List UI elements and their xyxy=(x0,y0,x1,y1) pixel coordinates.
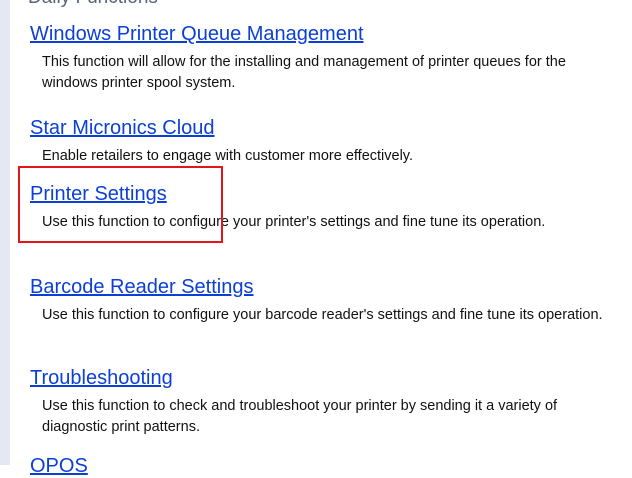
star-micronics-cloud-description: Enable retailers to engage with customer… xyxy=(42,148,414,164)
barcode-reader-settings-description: Use this function to configure your barc… xyxy=(42,307,603,323)
printer-settings-description: Use this function to configure your prin… xyxy=(42,214,546,230)
printer-settings-link[interactable]: Printer Settings xyxy=(30,182,167,206)
left-rail xyxy=(0,0,10,465)
troubleshooting-description: Use this function to check and troublesh… xyxy=(42,398,558,435)
barcode-reader-settings-link[interactable]: Barcode Reader Settings xyxy=(30,275,253,299)
opos-link[interactable]: OPOS xyxy=(30,455,88,478)
printer-queue-management-description: This function will allow for the install… xyxy=(42,54,566,91)
section-heading: Daily Functions xyxy=(28,0,158,9)
troubleshooting-link[interactable]: Troubleshooting xyxy=(30,366,173,390)
printer-queue-management-link[interactable]: Windows Printer Queue Management xyxy=(30,22,364,46)
star-micronics-cloud-link[interactable]: Star Micronics Cloud xyxy=(30,116,215,140)
